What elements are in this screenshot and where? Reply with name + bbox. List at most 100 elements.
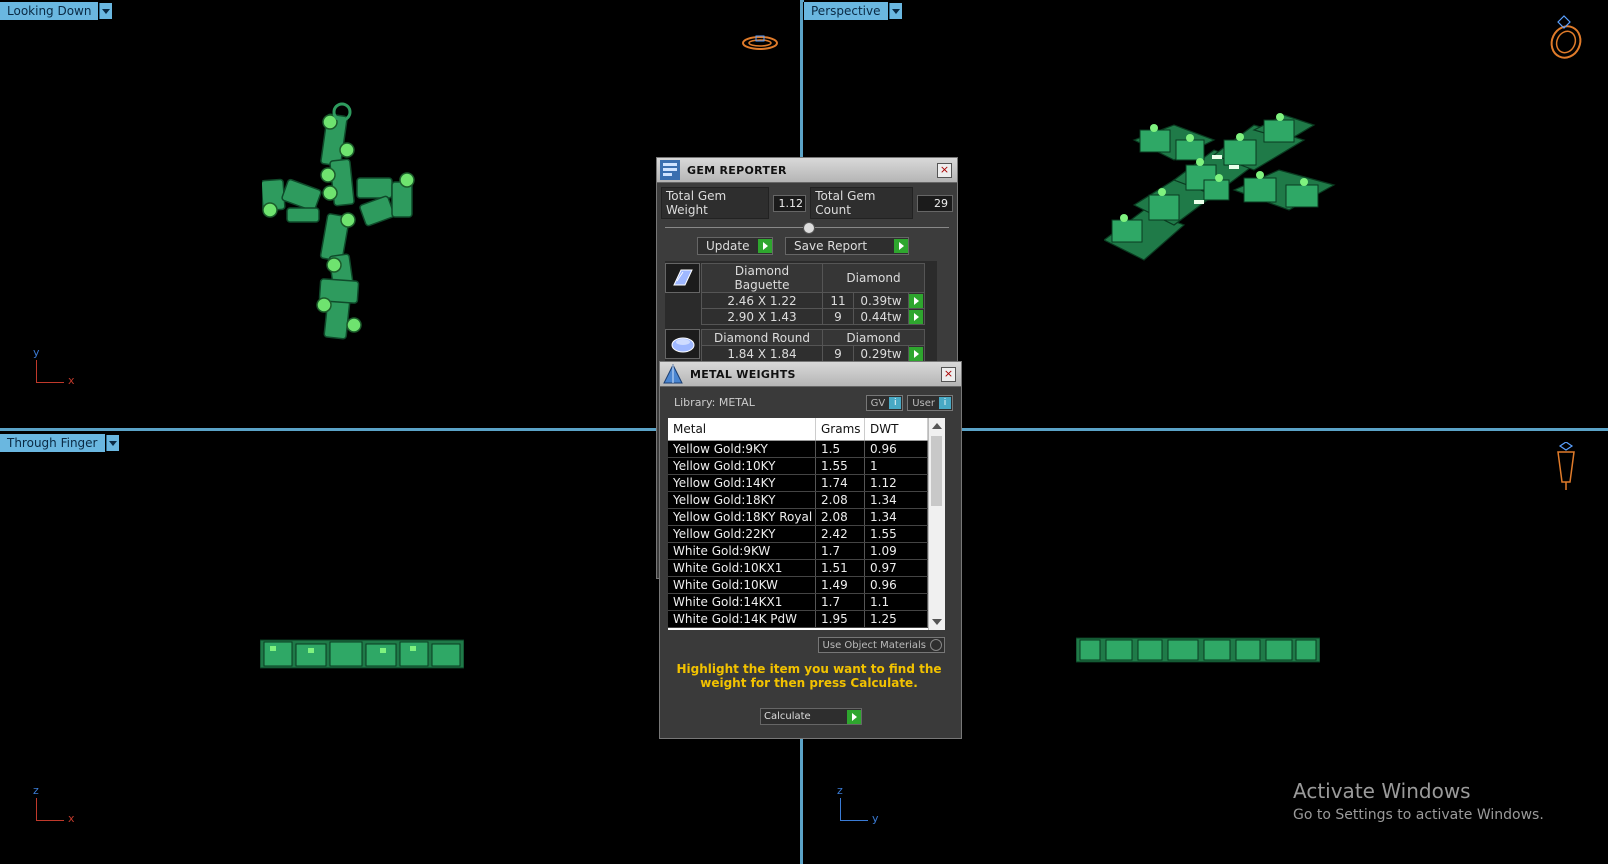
viewport-view-label: Perspective bbox=[804, 2, 888, 20]
pendant-model-side-view[interactable] bbox=[260, 636, 464, 670]
viewport-view-label: Looking Down bbox=[0, 2, 99, 20]
select-gem-button[interactable] bbox=[908, 292, 925, 309]
metal-name-cell: White Gold:10KW bbox=[668, 577, 816, 593]
table-row[interactable]: White Gold:14KX1 1.7 1.1 bbox=[668, 594, 945, 611]
pendant-model-top-view[interactable] bbox=[262, 100, 432, 350]
close-icon[interactable]: × bbox=[941, 366, 956, 382]
splitter-handle-icon[interactable] bbox=[803, 222, 815, 234]
scroll-thumb[interactable] bbox=[931, 436, 942, 506]
table-row[interactable]: White Gold:14K PdW 1.95 1.25 bbox=[668, 611, 945, 628]
viewport-view-selector[interactable]: Perspective bbox=[804, 2, 902, 20]
save-report-button-label: Save Report bbox=[794, 239, 868, 253]
axis-label: x bbox=[68, 374, 75, 387]
axis-indicator: z x bbox=[32, 784, 82, 830]
grams-cell: 2.08 bbox=[816, 509, 865, 525]
gem-size-row[interactable]: 2.46 X 1.22 11 0.39tw bbox=[701, 292, 925, 309]
chevron-down-icon[interactable] bbox=[99, 3, 113, 19]
table-row[interactable]: Yellow Gold:14KY 1.74 1.12 bbox=[668, 475, 945, 492]
ring-side-gizmo-icon[interactable] bbox=[1554, 442, 1578, 492]
grams-cell: 1.7 bbox=[816, 543, 865, 559]
gem-size-row[interactable]: 2.90 X 1.43 9 0.44tw bbox=[701, 308, 925, 325]
watermark-title: Activate Windows bbox=[1293, 779, 1471, 803]
metal-weights-titlebar[interactable]: METAL WEIGHTS × bbox=[660, 362, 961, 387]
table-row[interactable]: White Gold:9KW 1.7 1.09 bbox=[668, 543, 945, 560]
dwt-cell: 1 bbox=[865, 458, 928, 474]
table-row[interactable]: Yellow Gold:10KY 1.55 1 bbox=[668, 458, 945, 475]
dwt-cell: 0.97 bbox=[865, 560, 928, 576]
play-icon bbox=[894, 239, 908, 253]
calculate-button[interactable]: Calculate bbox=[760, 708, 862, 725]
chevron-down-icon[interactable] bbox=[105, 435, 119, 451]
gv-library-button[interactable]: GV i bbox=[865, 395, 904, 411]
gem-name: Diamond Round bbox=[701, 329, 823, 346]
metal-name-cell: White Gold:9KW bbox=[668, 543, 816, 559]
viewport-view-selector[interactable]: Through Finger bbox=[0, 434, 119, 452]
gem-size: 1.84 X 1.84 bbox=[701, 345, 823, 362]
dwt-cell: 1.34 bbox=[865, 509, 928, 525]
watermark-subtitle: Go to Settings to activate Windows. bbox=[1293, 807, 1544, 823]
dwt-cell: 1.1 bbox=[865, 594, 928, 610]
table-row[interactable]: White Gold:10KX1 1.51 0.97 bbox=[668, 560, 945, 577]
gem-material: Diamond bbox=[822, 329, 925, 346]
grams-cell: 1.7 bbox=[816, 594, 865, 610]
grams-cell: 2.42 bbox=[816, 526, 865, 542]
gem-group[interactable]: Diamond Round Diamond 1.84 X 1.84 9 0.29… bbox=[665, 329, 937, 362]
ring-gizmo-icon[interactable] bbox=[740, 32, 780, 54]
table-scrollbar[interactable] bbox=[928, 418, 945, 630]
metal-name-cell: Yellow Gold:18KY bbox=[668, 492, 816, 508]
gem-reporter-titlebar[interactable]: GEM REPORTER × bbox=[657, 158, 957, 183]
scroll-down-icon[interactable] bbox=[932, 619, 942, 625]
select-gem-button[interactable] bbox=[908, 308, 925, 325]
baguette-gem-icon bbox=[665, 263, 700, 293]
axis-label: y bbox=[872, 812, 879, 825]
table-row[interactable]: Yellow Gold:18KY 2.08 1.34 bbox=[668, 492, 945, 509]
column-header-dwt[interactable]: DWT bbox=[865, 418, 928, 440]
gem-size-row[interactable]: 1.84 X 1.84 9 0.29tw bbox=[701, 345, 925, 362]
total-gem-weight-label: Total Gem Weight bbox=[661, 187, 770, 219]
close-icon[interactable]: × bbox=[937, 162, 952, 178]
metal-weights-panel[interactable]: METAL WEIGHTS × Library: METAL GV i User… bbox=[659, 361, 962, 739]
gem-size: 2.90 X 1.43 bbox=[701, 308, 823, 325]
gem-name: Diamond Baguette bbox=[701, 263, 823, 293]
pendant-model-front-view[interactable] bbox=[1076, 636, 1320, 664]
table-header: Metal Grams DWT bbox=[668, 418, 945, 441]
gem-count: 9 bbox=[822, 345, 854, 362]
gem-weight: 0.39tw bbox=[853, 292, 909, 309]
table-row[interactable]: Yellow Gold:18KY Royal 2.08 1.34 bbox=[668, 509, 945, 526]
gem-groups-list: Diamond Baguette Diamond 2.46 X 1.22 11 … bbox=[665, 261, 937, 364]
play-icon bbox=[758, 239, 772, 253]
gem-group[interactable]: Diamond Baguette Diamond 2.46 X 1.22 11 … bbox=[665, 263, 937, 325]
play-icon bbox=[909, 293, 923, 308]
metal-weights-icon bbox=[663, 363, 683, 384]
grams-cell: 1.51 bbox=[816, 560, 865, 576]
metal-rows: Yellow Gold:9KY 1.5 0.96 Yellow Gold:10KY 1.… bbox=[668, 441, 945, 628]
update-button[interactable]: Update bbox=[697, 237, 773, 255]
column-header-grams[interactable]: Grams bbox=[816, 418, 865, 440]
chevron-down-icon[interactable] bbox=[888, 3, 902, 19]
play-icon bbox=[847, 709, 861, 724]
table-row[interactable]: White Gold:10KW 1.49 0.96 bbox=[668, 577, 945, 594]
table-row[interactable]: Yellow Gold:22KY 2.42 1.55 bbox=[668, 526, 945, 543]
round-gem-icon bbox=[665, 329, 700, 359]
panel-title: GEM REPORTER bbox=[687, 163, 787, 177]
panel-splitter[interactable] bbox=[665, 221, 949, 235]
pendant-model-perspective[interactable] bbox=[1104, 100, 1344, 285]
info-icon: i bbox=[939, 397, 951, 409]
user-library-button[interactable]: User i bbox=[907, 395, 953, 411]
use-object-materials-label: Use Object Materials bbox=[822, 639, 926, 651]
column-header-metal[interactable]: Metal bbox=[668, 418, 816, 440]
gem-size: 2.46 X 1.22 bbox=[701, 292, 823, 309]
library-label: Library: METAL bbox=[674, 396, 755, 409]
viewport-view-selector[interactable]: Looking Down bbox=[0, 2, 113, 20]
gem-count: 9 bbox=[822, 308, 854, 325]
table-row[interactable]: Yellow Gold:9KY 1.5 0.96 bbox=[668, 441, 945, 458]
grams-cell: 1.55 bbox=[816, 458, 865, 474]
select-gem-button[interactable] bbox=[908, 345, 925, 362]
use-object-materials-button[interactable]: Use Object Materials bbox=[817, 637, 945, 653]
play-icon bbox=[909, 309, 923, 324]
metal-weights-table[interactable]: Metal Grams DWT Yellow Gold:9KY 1.5 0.96 Ye… bbox=[668, 418, 945, 630]
save-report-button[interactable]: Save Report bbox=[785, 237, 909, 255]
axis-indicator: y x bbox=[32, 346, 82, 392]
scroll-up-icon[interactable] bbox=[932, 423, 942, 429]
ring-gizmo-icon[interactable] bbox=[1544, 12, 1588, 62]
